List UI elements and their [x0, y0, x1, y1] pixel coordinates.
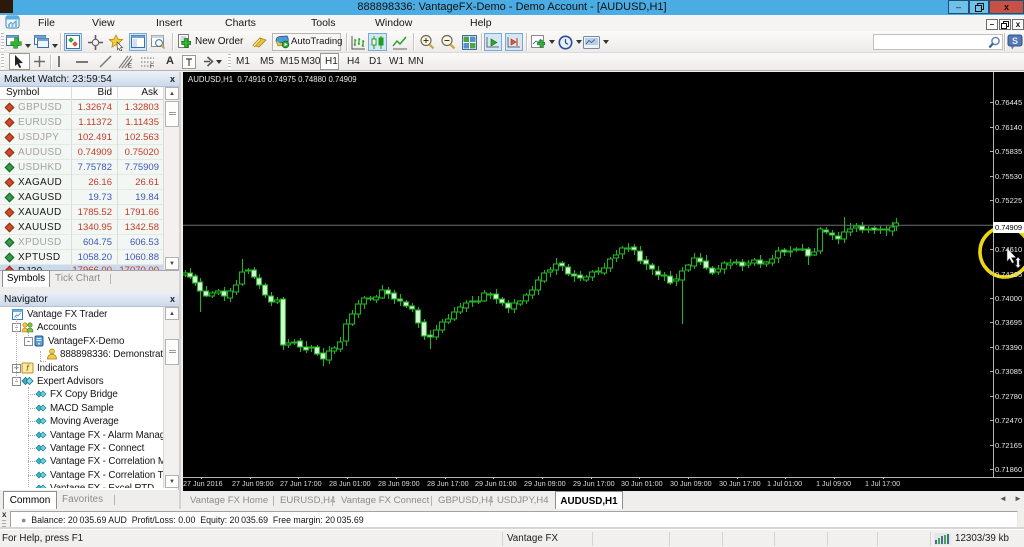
- svg-text:S: S: [1012, 36, 1018, 46]
- svg-text:E: E: [128, 64, 132, 69]
- svg-text:F: F: [150, 64, 154, 68]
